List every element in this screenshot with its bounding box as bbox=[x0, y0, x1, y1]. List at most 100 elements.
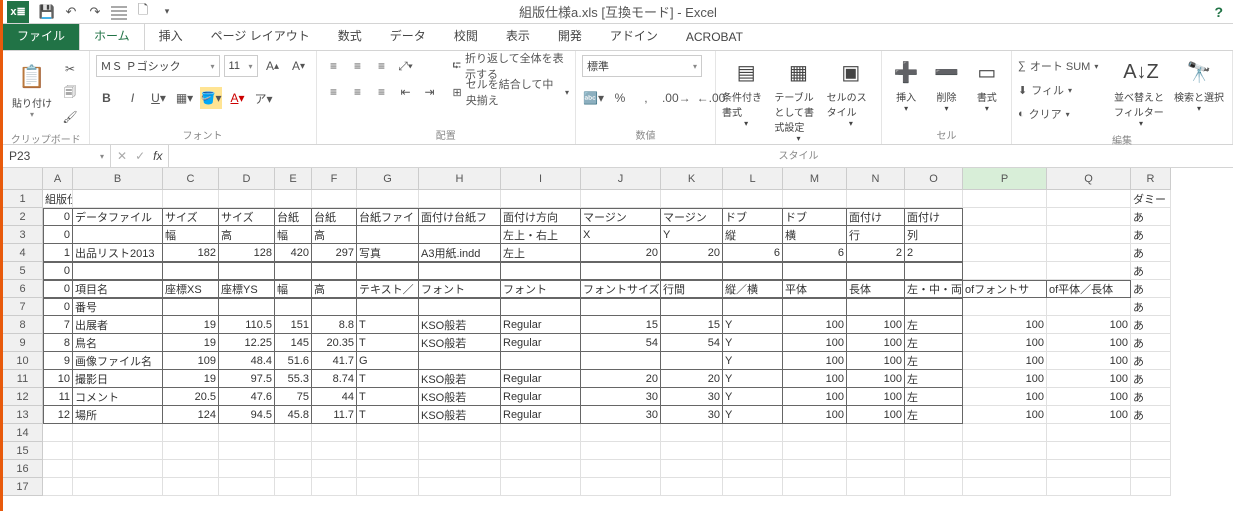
cell-R4[interactable]: あ bbox=[1131, 244, 1171, 262]
cell-Q4[interactable] bbox=[1047, 244, 1131, 262]
cell-G8[interactable]: T bbox=[357, 316, 419, 334]
paste-icon[interactable]: 📋 bbox=[16, 59, 48, 95]
cell-O6[interactable]: 左・中・両 bbox=[905, 280, 963, 298]
cell-N15[interactable] bbox=[847, 442, 905, 460]
cell-G1[interactable] bbox=[357, 190, 419, 208]
cell-Q15[interactable] bbox=[1047, 442, 1131, 460]
cell-K2[interactable]: マージン bbox=[661, 208, 723, 226]
cell-P16[interactable] bbox=[963, 460, 1047, 478]
cell-N7[interactable] bbox=[847, 298, 905, 316]
tab-formulas[interactable]: 数式 bbox=[324, 23, 376, 50]
cell-C2[interactable]: サイズ bbox=[163, 208, 219, 226]
cell-J10[interactable] bbox=[581, 352, 661, 370]
cell-A1[interactable]: 組版仕様 bbox=[43, 190, 73, 208]
cell-O2[interactable]: 面付け bbox=[905, 208, 963, 226]
cell-B10[interactable]: 画像ファイル名 bbox=[73, 352, 163, 370]
cell-N13[interactable]: 100 bbox=[847, 406, 905, 424]
cell-E2[interactable]: 台紙 bbox=[275, 208, 312, 226]
cell-K12[interactable]: 30 bbox=[661, 388, 723, 406]
cell-M12[interactable]: 100 bbox=[783, 388, 847, 406]
cell-N9[interactable]: 100 bbox=[847, 334, 905, 352]
cell-P15[interactable] bbox=[963, 442, 1047, 460]
cell-M11[interactable]: 100 bbox=[783, 370, 847, 388]
row-header-9[interactable]: 9 bbox=[3, 334, 43, 352]
cell-C14[interactable] bbox=[163, 424, 219, 442]
cell-Q5[interactable] bbox=[1047, 262, 1131, 280]
cell-A8[interactable]: 7 bbox=[43, 316, 73, 334]
cell-K3[interactable]: Y bbox=[661, 226, 723, 244]
cell-G4[interactable]: 写真 bbox=[357, 244, 419, 262]
cell-G15[interactable] bbox=[357, 442, 419, 460]
cell-M16[interactable] bbox=[783, 460, 847, 478]
cell-I3[interactable]: 左上・右上 bbox=[501, 226, 581, 244]
cell-C17[interactable] bbox=[163, 478, 219, 496]
cell-A4[interactable]: 1 bbox=[43, 244, 73, 262]
cell-D6[interactable]: 座標YS bbox=[219, 280, 275, 298]
tab-page-layout[interactable]: ページ レイアウト bbox=[197, 23, 324, 50]
cell-F17[interactable] bbox=[312, 478, 357, 496]
fill-color-button[interactable]: 🪣▾ bbox=[200, 87, 223, 109]
cell-F6[interactable]: 高 bbox=[312, 280, 357, 298]
cell-K8[interactable]: 15 bbox=[661, 316, 723, 334]
cell-A11[interactable]: 10 bbox=[43, 370, 73, 388]
cell-E5[interactable] bbox=[275, 262, 312, 280]
column-header-L[interactable]: L bbox=[723, 168, 783, 190]
cell-styles-button[interactable]: ▣セルのスタイル▾ bbox=[827, 55, 875, 128]
font-name-select[interactable]: ＭＳ Ｐゴシック bbox=[96, 55, 220, 77]
cell-A17[interactable] bbox=[43, 478, 73, 496]
cell-E7[interactable] bbox=[275, 298, 312, 316]
cell-H2[interactable]: 面付け台紙フ bbox=[419, 208, 501, 226]
tab-home[interactable]: ホーム bbox=[79, 22, 145, 50]
cell-B9[interactable]: 鳥名 bbox=[73, 334, 163, 352]
cell-H5[interactable] bbox=[419, 262, 501, 280]
cell-B4[interactable]: 出品リスト2013 bbox=[73, 244, 163, 262]
merge-center-button[interactable]: ⊞セルを結合して中央揃え▾ bbox=[453, 81, 569, 103]
cell-N12[interactable]: 100 bbox=[847, 388, 905, 406]
cell-R14[interactable] bbox=[1131, 424, 1171, 442]
cell-C1[interactable] bbox=[163, 190, 219, 208]
cell-L16[interactable] bbox=[723, 460, 783, 478]
cell-B3[interactable] bbox=[73, 226, 163, 244]
cell-H16[interactable] bbox=[419, 460, 501, 478]
cell-L11[interactable]: Y bbox=[723, 370, 783, 388]
cell-O8[interactable]: 左 bbox=[905, 316, 963, 334]
new-doc-icon[interactable]: 🗋 bbox=[135, 4, 151, 20]
cell-B11[interactable]: 撮影日 bbox=[73, 370, 163, 388]
cell-E3[interactable]: 幅 bbox=[275, 226, 312, 244]
cell-Q10[interactable]: 100 bbox=[1047, 352, 1131, 370]
align-bottom-icon[interactable]: ≡ bbox=[371, 55, 393, 77]
cell-O17[interactable] bbox=[905, 478, 963, 496]
cell-F12[interactable]: 44 bbox=[312, 388, 357, 406]
decrease-indent-icon[interactable]: ⇤ bbox=[395, 81, 417, 103]
cell-A14[interactable] bbox=[43, 424, 73, 442]
cell-L1[interactable] bbox=[723, 190, 783, 208]
cell-P9[interactable]: 100 bbox=[963, 334, 1047, 352]
fill-button[interactable]: ⬇フィル▾ bbox=[1018, 79, 1110, 101]
cell-I8[interactable]: Regular bbox=[501, 316, 581, 334]
column-header-B[interactable]: B bbox=[73, 168, 163, 190]
cell-P2[interactable] bbox=[963, 208, 1047, 226]
cell-J4[interactable]: 20 bbox=[581, 244, 661, 262]
cell-L13[interactable]: Y bbox=[723, 406, 783, 424]
cell-N8[interactable]: 100 bbox=[847, 316, 905, 334]
column-header-J[interactable]: J bbox=[581, 168, 661, 190]
cell-Q3[interactable] bbox=[1047, 226, 1131, 244]
cell-K10[interactable] bbox=[661, 352, 723, 370]
cell-L14[interactable] bbox=[723, 424, 783, 442]
cell-A12[interactable]: 11 bbox=[43, 388, 73, 406]
cell-R7[interactable]: あ bbox=[1131, 298, 1171, 316]
cell-P6[interactable]: ofフォントサ bbox=[963, 280, 1047, 298]
increase-font-icon[interactable]: A▴ bbox=[262, 55, 284, 77]
cell-D9[interactable]: 12.25 bbox=[219, 334, 275, 352]
cell-E15[interactable] bbox=[275, 442, 312, 460]
align-right-icon[interactable]: ≡ bbox=[371, 81, 393, 103]
cell-A3[interactable]: 0 bbox=[43, 226, 73, 244]
cell-D16[interactable] bbox=[219, 460, 275, 478]
cell-K11[interactable]: 20 bbox=[661, 370, 723, 388]
row-header-4[interactable]: 4 bbox=[3, 244, 43, 262]
cell-C4[interactable]: 182 bbox=[163, 244, 219, 262]
cell-D13[interactable]: 94.5 bbox=[219, 406, 275, 424]
cell-H12[interactable]: KSO般若 bbox=[419, 388, 501, 406]
cell-C10[interactable]: 109 bbox=[163, 352, 219, 370]
cell-P3[interactable] bbox=[963, 226, 1047, 244]
